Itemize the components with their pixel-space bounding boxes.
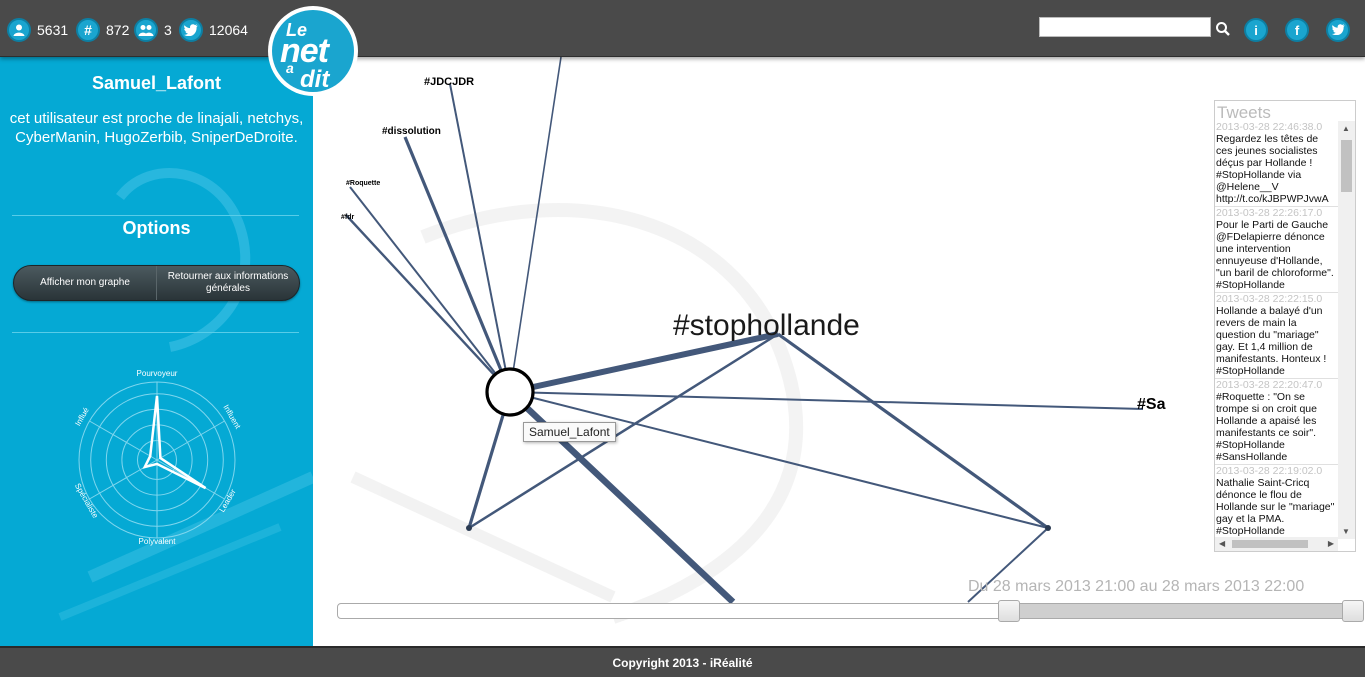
tweet-item[interactable]: 2013-03-28 22:19:02.0 Nathalie Saint-Cri…	[1215, 465, 1338, 539]
tweet-text: Pour le Parti de Gauche @FDelapierre dén…	[1216, 219, 1334, 291]
tweet-text: #Roquette : "On se trompe si on croit qu…	[1216, 391, 1317, 463]
tweet-text: Nathalie Saint-Cricq dénonce le flou de …	[1216, 477, 1335, 539]
divider	[12, 332, 299, 333]
tweet-date: 2013-03-28 22:26:17.0	[1216, 207, 1323, 219]
graph-watermark	[350, 203, 804, 624]
tweet-date: 2013-03-28 22:19:02.0	[1216, 465, 1323, 477]
twitter-button[interactable]	[1326, 18, 1350, 42]
tweet-item[interactable]: 2013-03-28 22:46:38.0 Regardez les têtes…	[1215, 121, 1338, 207]
footer: Copyright 2013 - iRéalité	[0, 646, 1365, 677]
graph-edge	[509, 391, 1144, 410]
graph-edge	[403, 136, 512, 393]
users-count: 5631	[37, 22, 69, 38]
main-panel: #stophollande #JDCJDR #dissolution #Roqu…	[313, 57, 1365, 646]
tweets-count: 12064	[209, 22, 248, 38]
scrollbar-thumb[interactable]	[1232, 540, 1308, 548]
hashtags-count: 872	[106, 22, 130, 38]
hashtag-graph[interactable]: #stophollande #JDCJDR #dissolution #Roqu…	[313, 57, 1365, 646]
hashtag-label-fdr[interactable]: #fdr	[341, 214, 355, 221]
radar-axis-label: Leader	[217, 487, 237, 513]
options-button-group: Afficher mon graphe Retourner aux inform…	[13, 265, 300, 301]
tweet-item[interactable]: 2013-03-28 22:26:17.0 Pour le Parti de G…	[1215, 207, 1338, 293]
slider-start-handle[interactable]	[997, 600, 1020, 622]
graph-node	[466, 525, 472, 531]
graph-node	[1045, 525, 1051, 531]
tweet-item[interactable]: 2013-03-28 22:20:47.0 #Roquette : "On se…	[1215, 379, 1338, 465]
back-to-general-info-button[interactable]: Retourner aux informations générales	[156, 266, 299, 300]
hashtag-label-stophollande[interactable]: #stophollande	[673, 309, 860, 342]
hashtag-label-roquette[interactable]: #Roquette	[346, 180, 380, 187]
tweets-panel: Tweets 2013-03-28 22:46:38.0 Regardez le…	[1214, 100, 1356, 552]
users-stat: 5631	[7, 18, 68, 42]
facebook-icon: f	[1294, 22, 1300, 38]
slider-end-handle[interactable]	[1342, 600, 1364, 622]
scroll-up-arrow-icon[interactable]: ▲	[1342, 124, 1350, 133]
group-icon	[134, 18, 158, 42]
radar-axis-label: Polyvalent	[139, 537, 177, 546]
graph-edge	[449, 83, 511, 393]
tweet-text: Regardez les têtes de ces jeunes sociali…	[1216, 133, 1329, 205]
user-icon	[7, 18, 31, 42]
divider	[12, 215, 299, 216]
time-range-slider[interactable]	[337, 600, 1364, 622]
search-input[interactable]	[1039, 17, 1211, 37]
le-net-a-dit-logo[interactable]: Le net a dit	[268, 6, 358, 96]
date-range-label: Du 28 mars 2013 21:00 au 28 mars 2013 22…	[968, 578, 1305, 595]
slider-selected-range	[1008, 604, 1352, 618]
user-description: cet utilisateur est proche de linajali, …	[9, 110, 304, 146]
radar-axis-label: Influent	[221, 403, 242, 431]
tweet-date: 2013-03-28 22:20:47.0	[1216, 379, 1323, 391]
graph-edge	[777, 332, 1049, 530]
info-icon: i	[1254, 22, 1258, 38]
groups-stat: 3	[134, 18, 172, 42]
copyright-text: Copyright 2013 - iRéalité	[612, 655, 753, 670]
search-icon[interactable]	[1215, 21, 1231, 37]
hashtag-label-dissolution[interactable]: #dissolution	[382, 126, 441, 137]
twitter-bird-icon	[179, 18, 203, 42]
radar-axis-label: Pourvoyeur	[137, 369, 178, 378]
tweet-date: 2013-03-28 22:22:15.0	[1216, 293, 1323, 305]
facebook-button[interactable]: f	[1285, 18, 1309, 42]
profile-radar-chart: PourvoyeurInfluentLeaderPolyvalentSpécia…	[73, 369, 243, 546]
show-graph-button[interactable]: Afficher mon graphe	[14, 266, 156, 300]
sidebar: Samuel_Lafont cet utilisateur est proche…	[0, 57, 313, 646]
graph-edge	[509, 57, 562, 393]
hashtags-stat: # 872	[76, 18, 129, 42]
scroll-left-arrow-icon[interactable]: ◀	[1219, 539, 1225, 548]
tweet-date: 2013-03-28 22:46:38.0	[1216, 121, 1323, 133]
tweet-text: Hollande a balayé d'un revers de main la…	[1216, 305, 1327, 377]
scroll-right-arrow-icon[interactable]: ▶	[1328, 539, 1334, 548]
tweet-item[interactable]: 2013-03-28 22:22:15.0 Hollande a balayé …	[1215, 293, 1338, 379]
tweets-title: Tweets	[1217, 103, 1271, 122]
hashtag-label-jdcjdr[interactable]: #JDCJDR	[424, 76, 474, 88]
info-button[interactable]: i	[1244, 18, 1268, 42]
top-bar: 5631 # 872 3 12064 i f	[0, 0, 1365, 57]
scrollbar-thumb[interactable]	[1341, 140, 1352, 192]
groups-count: 3	[164, 22, 172, 38]
tweets-vertical-scrollbar[interactable]: ▲ ▼	[1338, 121, 1355, 539]
tweets-stat: 12064	[179, 18, 248, 42]
node-tooltip: Samuel_Lafont	[523, 422, 616, 442]
twitter-bird-icon	[1331, 23, 1345, 38]
user-name: Samuel_Lafont	[91, 73, 222, 93]
tweet-list[interactable]: 2013-03-28 22:46:38.0 Regardez les têtes…	[1215, 121, 1338, 539]
user-node[interactable]	[485, 367, 535, 417]
hashtag-label-sa[interactable]: #Sa	[1137, 396, 1166, 413]
hashtag-icon: #	[76, 18, 100, 42]
options-title: Options	[122, 218, 191, 238]
graph-edge	[509, 331, 779, 395]
radar-axis-label: Influé	[73, 406, 91, 428]
scroll-down-arrow-icon[interactable]: ▼	[1342, 527, 1350, 536]
tweets-horizontal-scrollbar[interactable]: ◀ ▶	[1215, 537, 1338, 551]
